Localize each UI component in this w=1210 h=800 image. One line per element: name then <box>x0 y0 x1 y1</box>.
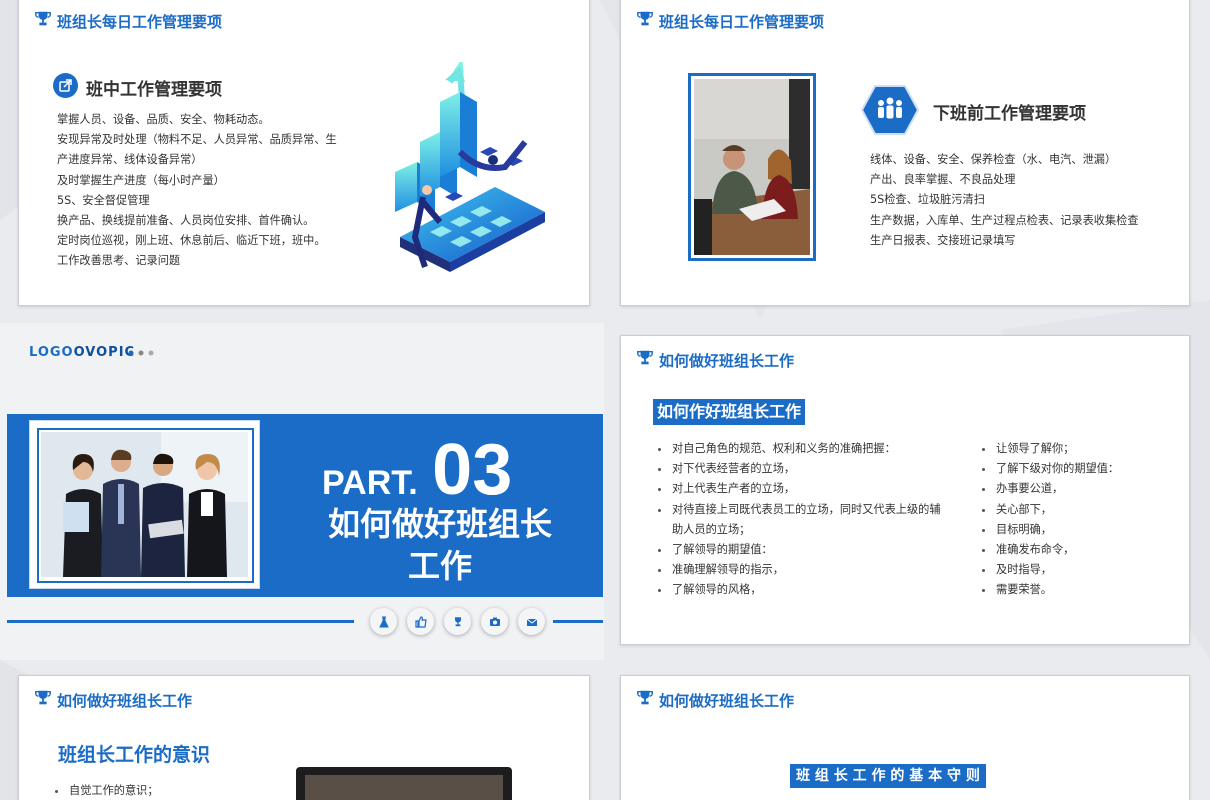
slide-header: 班组长每日工作管理要项 <box>57 13 223 31</box>
list-item: 准确发布命令， <box>980 540 1119 560</box>
title-line-2: 工作 <box>407 547 472 585</box>
camera-button[interactable] <box>481 608 508 635</box>
list-item: 目标明确， <box>980 520 1119 540</box>
left-bullet-list: 对自己角色的规范、权利和义务的准确把握： 对下代表经营者的立场， 对上代表生产者的立… <box>656 439 941 601</box>
list-item: 助人员的立场； <box>672 522 751 536</box>
trophy-icon <box>454 616 461 626</box>
slide-6[interactable]: 如何做好班组长工作 班 组 长 工 作 的 基 本 守 则 <box>606 663 1210 800</box>
thumbs-up-icon <box>414 615 427 628</box>
text-line: 换产品、换线提前准备、人员岗位安排、首件确认。 <box>57 214 315 228</box>
logo-dots <box>128 350 154 356</box>
trophy-icon <box>35 690 51 705</box>
list-item: 关心部下， <box>980 500 1119 520</box>
part-number: 03 <box>432 430 513 510</box>
text-line: 安现异常及时处理（物料不足、人员异常、品质异常、生 <box>57 133 337 147</box>
part-label: PART. 03 <box>322 429 512 511</box>
trophy-button[interactable] <box>444 608 471 635</box>
text-line: 产出、良率掌握、不良品处理 <box>870 173 1016 187</box>
text-line: 线体、设备、安全、保养检查（水、电汽、泄漏） <box>870 153 1117 166</box>
list-item: 需要荣誉。 <box>980 580 1119 600</box>
meeting-photo <box>688 73 816 261</box>
list-item: 准确理解领导的指示， <box>656 560 941 580</box>
slide-2[interactable]: 班组长每日工作管理要项 下班前工作管理要项 线体、设备、安全、保养检查（水、电汽… <box>606 0 1210 320</box>
section-title: 班中工作管理要项 <box>86 80 222 100</box>
after-shift-items: 线体、设备、安全、保养检查（水、电汽、泄漏） 产出、良率掌握、不良品处理 5S检查、… <box>870 150 1139 251</box>
list-item: 自觉工作的意识； <box>53 781 159 800</box>
mail-button[interactable] <box>518 608 545 635</box>
text-line: 5S、安全督促管理 <box>57 193 150 207</box>
logo-brand: OVOPIC <box>73 345 136 360</box>
trophy-icon <box>637 11 653 26</box>
trophy-icon <box>637 690 653 705</box>
text-line: 生产日报表、交接班记录填写 <box>870 233 1016 247</box>
trophy-icon <box>637 350 653 365</box>
slide-header: 如何做好班组长工作 <box>659 692 795 710</box>
right-bullet-list: 让领导了解你； 了解下级对你的期望值： 办事要公道， 关心部下， 目标明确， 准确发布命令… <box>980 439 1119 601</box>
slide-header: 班组长每日工作管理要项 <box>659 13 825 31</box>
divider-left <box>7 620 354 623</box>
slide-5[interactable]: 如何做好班组长工作 班组长工作的意识 自觉工作的意识； <box>0 663 604 800</box>
text-line: 工作改善思考、记录问题 <box>57 254 181 268</box>
text-line: 掌握人员、设备、品质、安全、物耗动态。 <box>57 113 270 126</box>
section-title: 下班前工作管理要项 <box>933 104 1086 124</box>
slide-header: 如何做好班组长工作 <box>57 692 193 710</box>
list-item: 办事要公道， <box>980 479 1119 499</box>
slide-4[interactable]: 如何做好班组长工作 如何作好班组长工作 对自己角色的规范、权利和义务的准确把握：… <box>606 323 1210 660</box>
list-item: 了解下级对你的期望值： <box>980 459 1119 479</box>
management-items: 掌握人员、设备、品质、安全、物耗动态。安现异常及时处理（物料不足、人员异常、品质… <box>57 110 337 272</box>
text-line: 生产数据，入库单、生产过程点检表、记录表收集检查 <box>870 213 1139 227</box>
hexagon-badge <box>860 85 920 135</box>
team-icon <box>878 97 902 119</box>
list-item: 对上代表生产者的立场， <box>656 479 941 499</box>
text-line: 产进度异常、线体设备异常） <box>57 153 203 167</box>
rules-banner: 班 组 长 工 作 的 基 本 守 则 <box>790 764 986 788</box>
section-title: 如何做好班组长 工作 <box>315 503 565 587</box>
growth-chart-illustration <box>395 62 545 272</box>
slide-header: 如何做好班组长工作 <box>659 352 795 370</box>
external-link-icon <box>59 79 72 92</box>
list-item: 让领导了解你； <box>980 439 1119 459</box>
list-item: 了解领导的风格， <box>656 580 941 600</box>
text-line: 定时岗位巡视，刚上班、休息前后、临近下班，班中。 <box>57 234 326 248</box>
team-photo <box>29 420 260 589</box>
list-item: 对待直接上司既代表员工的立场，同时又代表上级的辅 <box>656 500 941 520</box>
awareness-list: 自觉工作的意识； <box>53 781 159 800</box>
text-line: 5S检查、垃圾脏污清扫 <box>870 193 985 207</box>
flask-button[interactable] <box>370 608 397 635</box>
trophy-icon <box>35 11 51 26</box>
slide-3[interactable]: LOGOOVOPIC PART. 03 如何做好班组长 工作 <box>0 323 604 660</box>
part-text: PART. <box>322 464 418 502</box>
slide-1[interactable]: 班组长每日工作管理要项 班中工作管理要项 掌握人员、设备、品质、安全、物耗动态。… <box>0 0 604 320</box>
list-item: 对下代表经营者的立场， <box>656 459 941 479</box>
section-icon-circle <box>53 73 78 98</box>
like-button[interactable] <box>407 608 434 635</box>
logo-word: LOGO <box>29 345 74 360</box>
section-title: 班组长工作的意识 <box>58 744 211 766</box>
section-banner: 如何作好班组长工作 <box>653 399 806 425</box>
list-item: 及时指导， <box>980 560 1119 580</box>
title-line-1: 如何做好班组长 <box>327 505 552 543</box>
divider-right <box>553 620 603 623</box>
flask-icon <box>378 616 389 627</box>
list-item: 对自己角色的规范、权利和义务的准确把握： <box>656 439 941 459</box>
mail-icon <box>526 618 537 626</box>
list-item: 了解领导的期望值： <box>656 540 941 560</box>
camera-icon <box>489 617 500 626</box>
laptop-image <box>296 767 512 800</box>
logo: LOGOOVOPIC <box>29 345 135 360</box>
text-line: 及时掌握生产进度（每小时产量） <box>57 173 225 187</box>
